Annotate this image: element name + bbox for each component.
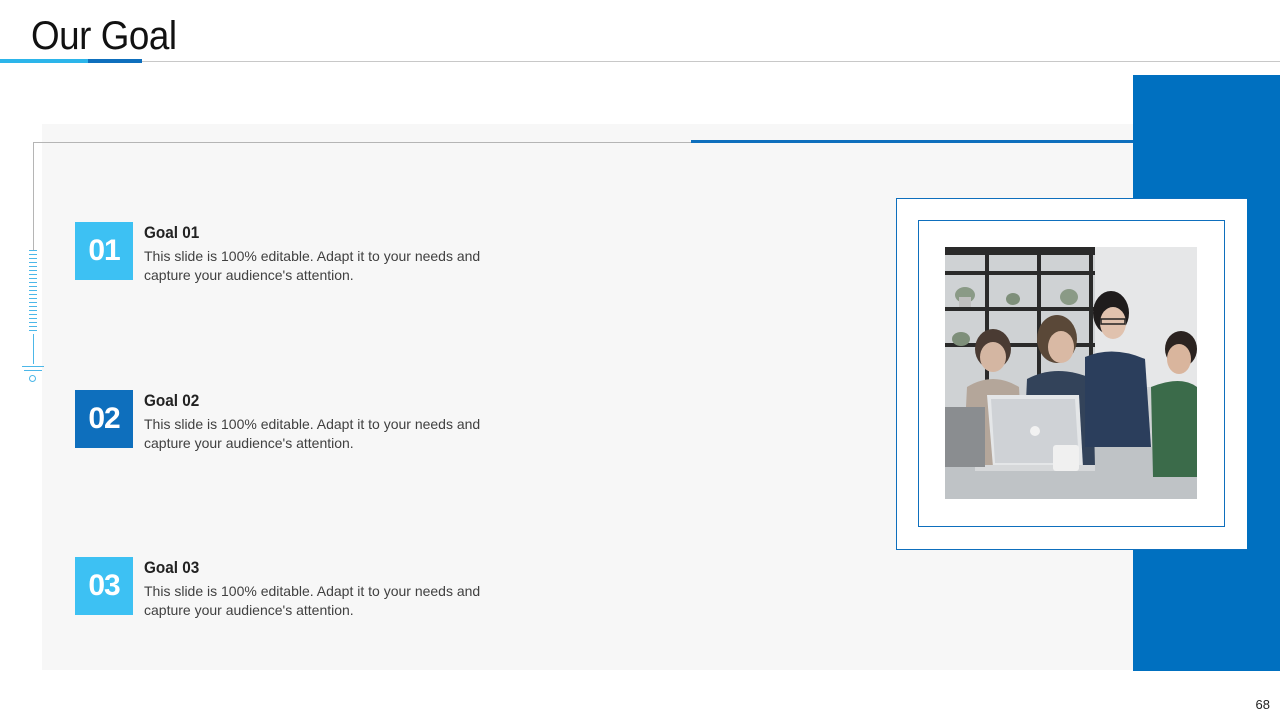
- title-accent-dark: [88, 59, 142, 63]
- goal-description: This slide is 100% editable. Adapt it to…: [144, 416, 481, 451]
- goal-number-badge: 03: [75, 557, 133, 615]
- title-divider: [0, 61, 1280, 62]
- goal-number-badge: 02: [75, 390, 133, 448]
- goal-title: Goal 03: [144, 558, 200, 577]
- title-accent-light: [0, 59, 88, 63]
- slide: Our Goal 01 Goal 01 This slide is 100% e…: [0, 0, 1280, 720]
- goal-description: This slide is 100% editable. Adapt it to…: [144, 248, 481, 283]
- ground-icon: [22, 366, 44, 367]
- goal-item-1: 01 Goal 01 This slide is 100% editable. …: [75, 222, 495, 283]
- decorative-coil-icon: [29, 250, 37, 334]
- goal-item-3: 03 Goal 03 This slide is 100% editable. …: [75, 557, 495, 618]
- page-title: Our Goal: [31, 14, 177, 58]
- goal-description: This slide is 100% editable. Adapt it to…: [144, 583, 481, 618]
- team-photo: [945, 247, 1197, 499]
- goal-title: Goal 02: [144, 391, 200, 410]
- goal-title: Goal 01: [144, 223, 200, 242]
- decorative-stem: [33, 334, 34, 364]
- team-photo-illustration: [945, 247, 1197, 499]
- ground-icon-lower: [24, 370, 42, 371]
- node-circle-icon: [29, 375, 36, 382]
- decorative-line-blue: [691, 140, 1133, 143]
- goal-item-2: 02 Goal 02 This slide is 100% editable. …: [75, 390, 495, 451]
- decorative-line-gray: [33, 142, 692, 143]
- decorative-line-vertical: [33, 142, 34, 250]
- page-number: 68: [1255, 697, 1270, 712]
- goal-number-badge: 01: [75, 222, 133, 280]
